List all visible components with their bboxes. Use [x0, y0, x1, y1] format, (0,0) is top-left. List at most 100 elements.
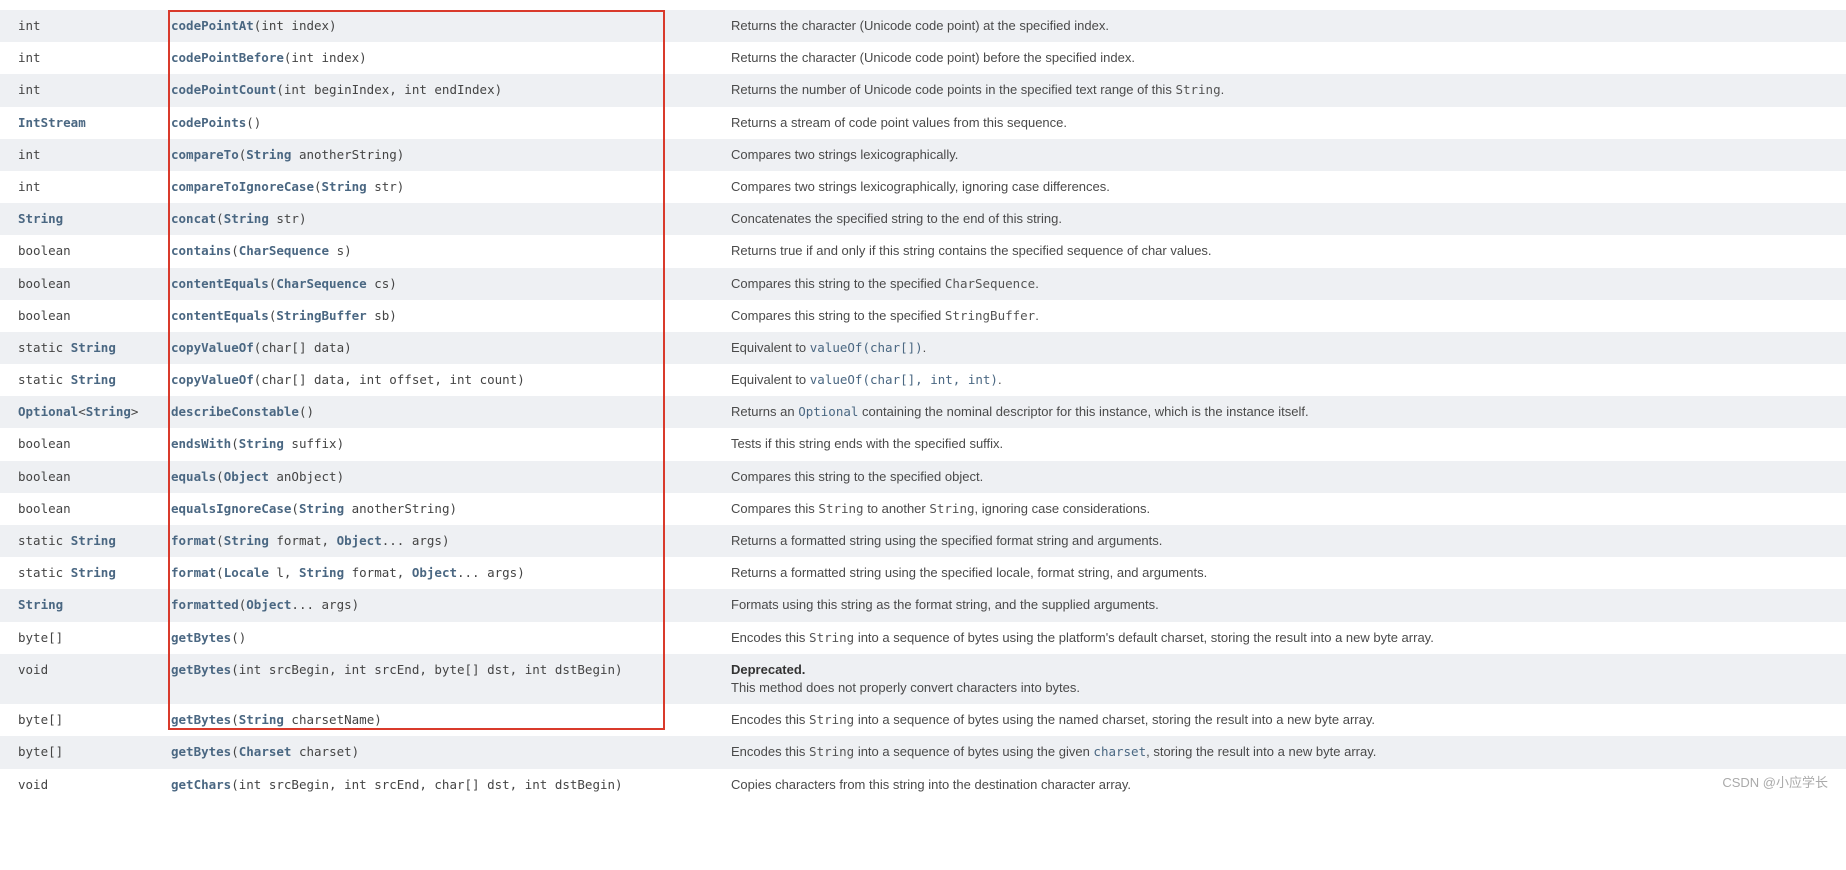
method-type-link[interactable]: format [171, 533, 216, 548]
method-type-link[interactable]: String [299, 501, 344, 516]
method-type-link[interactable]: copyValueOf [171, 372, 254, 387]
return-type-cell: byte[] [0, 736, 165, 768]
method-type-link[interactable]: codePointBefore [171, 50, 284, 65]
return-type-cell: int [0, 10, 165, 42]
type-type-link[interactable]: Optional [18, 404, 78, 419]
text: , storing the result into a new byte arr… [1146, 744, 1376, 759]
type-type-link[interactable]: IntStream [18, 115, 86, 130]
method-type-link[interactable]: contains [171, 243, 231, 258]
text: (int srcBegin, int srcEnd, byte[] dst, i… [231, 662, 622, 677]
method-type-link[interactable]: codePoints [171, 115, 246, 130]
method-type-link[interactable]: Charset [239, 744, 292, 759]
text: Returns a formatted string using the spe… [731, 533, 1162, 548]
table-row: intcompareTo(String anotherString)Compar… [0, 139, 1846, 171]
method-type-link[interactable]: describeConstable [171, 404, 299, 419]
method-signature-cell: compareToIgnoreCase(String str) [165, 171, 725, 203]
inline-link[interactable]: valueOf(char[], int, int) [810, 372, 998, 387]
method-type-link[interactable]: getBytes [171, 712, 231, 727]
method-type-link[interactable]: Object [246, 597, 291, 612]
text: boolean [18, 276, 71, 291]
method-type-link[interactable]: String [224, 533, 269, 548]
table-row: booleanequalsIgnoreCase(String anotherSt… [0, 493, 1846, 525]
method-type-link[interactable]: String [322, 179, 367, 194]
type-type-link[interactable]: String [71, 565, 116, 580]
method-type-link[interactable]: format [171, 565, 216, 580]
method-type-link[interactable]: formatted [171, 597, 239, 612]
type-type-link[interactable]: String [71, 372, 116, 387]
method-type-link[interactable]: contentEquals [171, 308, 269, 323]
method-type-link[interactable]: CharSequence [239, 243, 329, 258]
type-type-link[interactable]: String [71, 533, 116, 548]
type-type-link[interactable]: String [18, 597, 63, 612]
method-type-link[interactable]: compareTo [171, 147, 239, 162]
type-type-link[interactable]: String [18, 211, 63, 226]
description-cell: Compares two strings lexicographically. [725, 139, 1846, 171]
text: str) [269, 211, 307, 226]
method-type-link[interactable]: StringBuffer [276, 308, 366, 323]
inline-link[interactable]: Optional [798, 404, 858, 419]
return-type-cell: boolean [0, 235, 165, 267]
method-type-link[interactable]: codePointAt [171, 18, 254, 33]
text: cs) [367, 276, 397, 291]
table-row: byte[]getBytes(String charsetName)Encode… [0, 704, 1846, 736]
method-type-link[interactable]: contentEquals [171, 276, 269, 291]
method-type-link[interactable]: Object [224, 469, 269, 484]
text: Returns the character (Unicode code poin… [731, 50, 1135, 65]
method-type-link[interactable]: String [239, 436, 284, 451]
table-row: void getBytes(int srcBegin, int srcEnd, b… [0, 654, 1846, 704]
text: > [131, 404, 139, 419]
text: Encodes this [731, 712, 809, 727]
inline-link[interactable]: valueOf(char[]) [810, 340, 923, 355]
method-type-link[interactable]: String [224, 211, 269, 226]
type-type-link[interactable]: String [86, 404, 131, 419]
text: Copies characters from this string into … [731, 777, 1131, 792]
table-row: booleanendsWith(String suffix)Tests if t… [0, 428, 1846, 460]
text: suffix) [284, 436, 344, 451]
method-type-link[interactable]: equals [171, 469, 216, 484]
text: void [18, 777, 48, 792]
method-type-link[interactable]: String [246, 147, 291, 162]
text: charsetName) [284, 712, 382, 727]
description-cell: Returns a stream of code point values fr… [725, 107, 1846, 139]
type-type-link[interactable]: String [71, 340, 116, 355]
method-type-link[interactable]: getBytes [171, 744, 231, 759]
method-type-link[interactable]: getBytes [171, 630, 231, 645]
method-type-link[interactable]: copyValueOf [171, 340, 254, 355]
method-type-link[interactable]: String [299, 565, 344, 580]
method-type-link[interactable]: CharSequence [276, 276, 366, 291]
inline-link[interactable]: charset [1093, 744, 1146, 759]
text: (int index) [284, 50, 367, 65]
table-row: byte[]getBytes()Encodes this String into… [0, 622, 1846, 654]
text: void [18, 662, 48, 677]
text: , ignoring case considerations. [975, 501, 1151, 516]
method-type-link[interactable]: Object [412, 565, 457, 580]
method-type-link[interactable]: codePointCount [171, 82, 276, 97]
method-type-link[interactable]: Locale [224, 565, 269, 580]
description-cell: Returns the character (Unicode code poin… [725, 42, 1846, 74]
description-cell: Compares this String to another String, … [725, 493, 1846, 525]
text: static [18, 340, 71, 355]
text: boolean [18, 308, 71, 323]
method-signature-cell: codePointCount(int beginIndex, int endIn… [165, 74, 725, 106]
method-type-link[interactable]: compareToIgnoreCase [171, 179, 314, 194]
method-signature-cell: copyValueOf(char[] data, int offset, int… [165, 364, 725, 396]
table-row: booleancontains(CharSequence s)Returns t… [0, 235, 1846, 267]
method-type-link[interactable]: equalsIgnoreCase [171, 501, 291, 516]
description-cell: Returns the character (Unicode code poin… [725, 10, 1846, 42]
method-type-link[interactable]: getChars [171, 777, 231, 792]
table-row: booleancontentEquals(StringBuffer sb)Com… [0, 300, 1846, 332]
text: format, [269, 533, 337, 548]
text: Compares two strings lexicographically, … [731, 179, 1110, 194]
description-cell: Copies characters from this string into … [725, 769, 1846, 801]
table-row: static Stringformat(Locale l, String for… [0, 557, 1846, 589]
text: (int srcBegin, int srcEnd, char[] dst, i… [231, 777, 622, 792]
return-type-cell: void [0, 769, 165, 801]
method-type-link[interactable]: String [239, 712, 284, 727]
method-type-link[interactable]: Object [337, 533, 382, 548]
text: () [299, 404, 314, 419]
method-type-link[interactable]: endsWith [171, 436, 231, 451]
method-type-link[interactable]: concat [171, 211, 216, 226]
return-type-cell: static String [0, 557, 165, 589]
description-cell: Returns a formatted string using the spe… [725, 557, 1846, 589]
method-type-link[interactable]: getBytes [171, 662, 231, 677]
